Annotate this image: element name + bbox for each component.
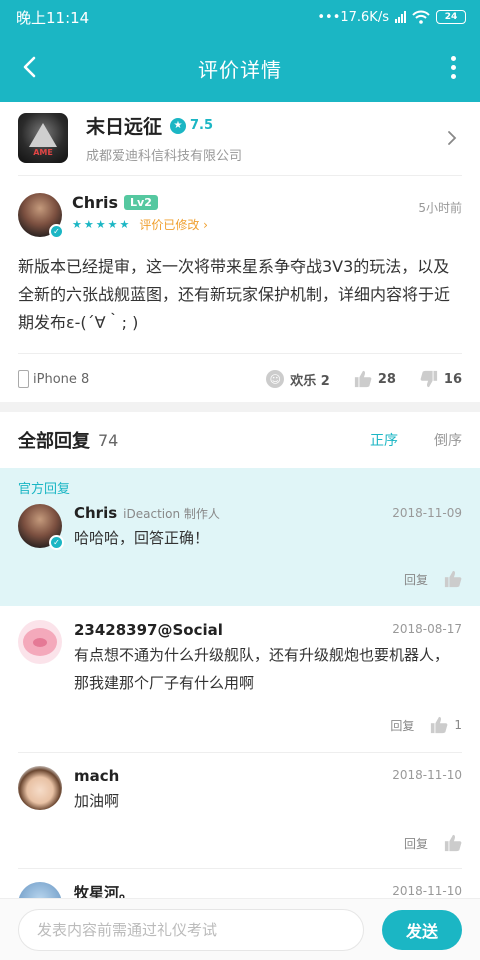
avatar[interactable]: [18, 766, 62, 810]
review-time: 5小时前: [418, 201, 462, 215]
reply-date: 2018-11-10: [392, 768, 462, 782]
battery-icon: 24: [436, 10, 466, 24]
avatar[interactable]: ✓: [18, 193, 64, 239]
thumb-down-icon: [420, 370, 438, 388]
reply-button[interactable]: 回复: [404, 571, 428, 588]
reply-item: mach 加油啊 2018-11-10: [0, 766, 480, 815]
top-bar: 晚上11:14 •••17.6K/s 24 评价详情: [0, 0, 480, 102]
thumb-up-icon[interactable]: [444, 570, 462, 588]
reviewer-name[interactable]: Chris: [72, 193, 118, 212]
reply-user[interactable]: mach: [74, 767, 119, 785]
game-name: 末日远征: [86, 116, 163, 138]
reply-date: 2018-08-17: [392, 622, 462, 636]
page-title: 评价详情: [198, 57, 282, 82]
official-reply: 官方回复 ✓ Chris iDeaction 制作人 哈哈哈，回答正确！ 201…: [0, 468, 480, 606]
fun-button[interactable]: ☺ 欢乐 2: [266, 370, 330, 389]
game-card[interactable]: AME 末日远征 ★ 7.5 成都爱迪科信科技有限公司: [0, 102, 480, 174]
reply-footer: 回复: [404, 834, 462, 852]
dot-icon: [450, 64, 456, 70]
reply-footer: 回复 1: [390, 716, 462, 734]
status-bar: 晚上11:14 •••17.6K/s 24: [0, 0, 480, 34]
avatar[interactable]: [18, 620, 62, 664]
send-button[interactable]: 发送: [382, 909, 462, 950]
replies-count: 74: [98, 430, 119, 450]
fun-label: 欢乐 2: [290, 373, 330, 389]
reply-item: 23428397@Social 有点想不通为什么升级舰队，还有升级舰炮也要机器人…: [0, 620, 480, 697]
replies-header: 全部回复 74 正序 倒序: [0, 412, 480, 468]
smile-icon: ☺: [266, 370, 285, 388]
chevron-left-icon: [23, 56, 36, 78]
thumb-up-icon[interactable]: [430, 716, 448, 734]
review-text: 新版本已经提审，这一次将带来星系争夺战3V3的玩法，以及全新的六张战舰蓝图，还有…: [18, 257, 451, 332]
reply-text: 加油啊: [74, 792, 120, 810]
header: 评价详情: [0, 34, 480, 102]
verified-icon: ✓: [49, 224, 64, 239]
score-value: 7.5: [190, 118, 214, 133]
review-footer: iPhone 8 ☺ 欢乐 2 28 16: [18, 354, 462, 404]
device-name: iPhone 8: [33, 371, 90, 387]
game-score: ★ 7.5: [170, 117, 214, 134]
network-speed: •••17.6K/s: [317, 9, 389, 25]
status-right: •••17.6K/s 24: [317, 10, 466, 25]
comment-bar: 发送: [0, 898, 480, 960]
level-badge: Lv2: [124, 195, 158, 210]
dot-icon: [450, 55, 456, 61]
divider: [18, 752, 462, 753]
comment-input[interactable]: [18, 908, 364, 951]
rating-stars: ★★★★★: [72, 218, 132, 231]
game-icon: AME: [18, 113, 68, 163]
dot-icon: [450, 73, 456, 79]
back-button[interactable]: [14, 52, 44, 82]
reply-user[interactable]: 23428397@Social: [74, 621, 223, 639]
thumb-up-icon: [354, 370, 372, 388]
game-developer: 成都爱迪科信科技有限公司: [86, 149, 243, 164]
like-button[interactable]: 28: [354, 370, 396, 388]
review: ✓ Chris Lv2 ★★★★★ 评价已修改 › 5小时前 新版本已经提审，这…: [0, 176, 480, 337]
chevron-right-icon: [442, 128, 462, 148]
status-time: 晚上11:14: [16, 8, 90, 27]
phone-icon: [18, 370, 29, 388]
section-separator: [0, 402, 480, 412]
edited-link[interactable]: 评价已修改 ›: [139, 216, 208, 233]
like-count: 28: [377, 371, 396, 387]
dislike-button[interactable]: 16: [420, 370, 462, 388]
dislike-count: 16: [443, 371, 462, 387]
more-menu-button[interactable]: [446, 52, 460, 82]
reply-footer-wrap: 回复: [0, 468, 480, 606]
sort-asc-tab[interactable]: 正序: [370, 430, 398, 450]
reply-text: 有点想不通为什么升级舰队，还有升级舰炮也要机器人，那我建那个厂子有什么用啊: [74, 646, 450, 692]
star-icon: ★: [170, 117, 187, 134]
device-info: iPhone 8: [18, 370, 266, 388]
reply-button[interactable]: 回复: [404, 835, 428, 852]
reply-button[interactable]: 回复: [390, 717, 414, 734]
sort-desc-tab[interactable]: 倒序: [434, 430, 462, 450]
like-count: 1: [454, 718, 462, 732]
divider: [18, 868, 462, 869]
reply-date: 2018-11-10: [392, 884, 462, 898]
thumb-up-icon[interactable]: [444, 834, 462, 852]
wifi-icon: [412, 10, 430, 24]
signal-icon: [395, 11, 406, 23]
replies-title: 全部回复: [18, 431, 90, 452]
game-info: 末日远征 ★ 7.5 成都爱迪科信科技有限公司: [86, 112, 442, 164]
reply-footer: 回复: [404, 570, 462, 588]
